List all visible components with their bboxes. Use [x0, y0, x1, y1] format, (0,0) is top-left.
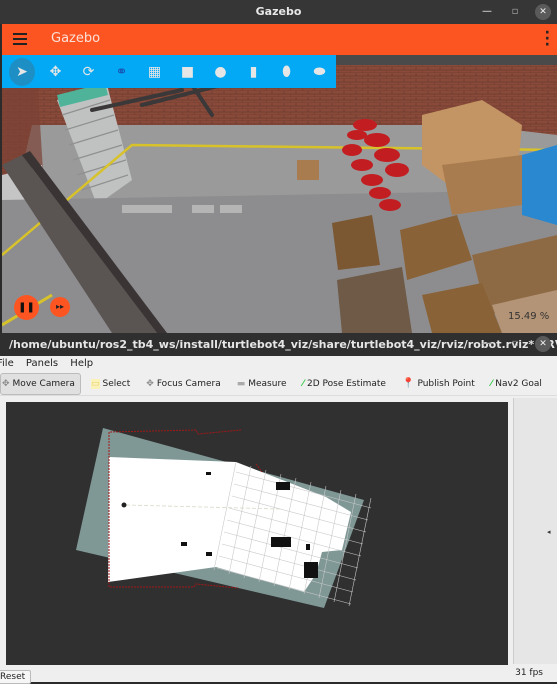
tool-label: Focus Camera: [156, 378, 221, 389]
box-icon: ■: [180, 63, 195, 80]
maximize-icon[interactable]: ▫: [507, 336, 523, 352]
translate-mode-button[interactable]: ✥: [39, 58, 72, 86]
gazebo-3d-scene[interactable]: [2, 55, 557, 333]
kebab-icon[interactable]: · · ·: [545, 26, 550, 52]
gazebo-shape-toolbar: ➤ ✥ ⟳ ⚭ ▦ ■ ● ▮ ⬮ ⬬: [2, 55, 336, 88]
rviz-side-panel-collapsed[interactable]: ◂: [513, 398, 557, 664]
menu-panels[interactable]: Panels: [26, 358, 58, 369]
select-icon: ▭: [91, 378, 100, 389]
pause-button[interactable]: ❚❚: [14, 295, 39, 320]
rviz-status-bar: Reset 31 fps: [0, 668, 557, 684]
tool-select[interactable]: ▭ Select: [83, 373, 138, 395]
more-tools-button[interactable]: »: [550, 373, 557, 395]
gazebo-title-bar: Gazebo — ▫ ✕: [0, 0, 557, 24]
menu-help[interactable]: Help: [70, 358, 93, 369]
tool-label: Nav2 Goal: [495, 378, 542, 389]
tool-label: 2D Pose Estimate: [307, 378, 386, 389]
expand-panel-arrow-icon[interactable]: ◂: [547, 528, 551, 536]
tool-measure[interactable]: ▬ Measure: [229, 373, 295, 395]
tool-move-camera[interactable]: ✥ Move Camera: [0, 372, 81, 395]
map-pin-icon: 📍: [401, 378, 415, 389]
cylinder-button[interactable]: ▮: [237, 58, 270, 86]
tool-publish-point[interactable]: 📍 Publish Point: [394, 373, 483, 395]
menu-file[interactable]: File: [0, 358, 14, 369]
grid-icon: ▦: [147, 63, 162, 80]
capsule-icon: ⬮: [282, 63, 291, 80]
close-icon[interactable]: ✕: [535, 4, 551, 20]
pause-icon: ❚❚: [18, 302, 35, 313]
real-time-factor: 15.49 %: [508, 311, 550, 322]
move-camera-icon: ✥: [2, 378, 10, 389]
tool-label: Move Camera: [12, 378, 75, 389]
pose-estimate-arrow-icon: ⁄: [302, 378, 304, 389]
cylinder-icon: ▮: [249, 63, 258, 80]
gazebo-app-title: Gazebo: [51, 31, 101, 46]
sphere-icon: ●: [214, 63, 227, 80]
gazebo-window-title: Gazebo: [255, 5, 302, 18]
ellipsoid-icon: ⬬: [313, 63, 326, 80]
tool-label: Measure: [248, 378, 287, 389]
capsule-button[interactable]: ⬮: [270, 58, 303, 86]
arrow-cursor-icon: ➤: [16, 63, 28, 80]
select-mode-button[interactable]: ➤: [9, 57, 36, 86]
box-button[interactable]: ■: [171, 58, 204, 86]
rviz-title-bar: /home/ubuntu/ros2_tb4_ws/install/turtleb…: [0, 333, 557, 356]
close-icon[interactable]: ✕: [535, 336, 551, 352]
minimize-icon[interactable]: —: [479, 4, 495, 20]
move-arrows-icon: ✥: [49, 63, 62, 80]
rviz-menu-bar: File Panels Help: [0, 356, 557, 372]
gazebo-app-bar: Gazebo · · ·: [2, 24, 557, 55]
rotate-icon: ⟳: [82, 63, 95, 80]
fps-readout: 31 fps: [515, 668, 543, 678]
fast-forward-icon: ▸▸: [55, 302, 65, 311]
grid-config-button[interactable]: ▦: [138, 58, 171, 86]
ellipsoid-button[interactable]: ⬬: [303, 58, 336, 86]
nav-goal-arrow-icon: ⁄: [490, 378, 493, 389]
maximize-icon[interactable]: ▫: [507, 4, 523, 20]
minimize-icon[interactable]: —: [479, 336, 495, 352]
tool-2d-pose-estimate[interactable]: ⁄ 2D Pose Estimate: [294, 373, 394, 395]
tool-nav2-goal[interactable]: ⁄ Nav2 Goal: [483, 373, 550, 395]
rviz-3d-render-panel[interactable]: [6, 402, 508, 665]
tool-focus-camera[interactable]: ✥ Focus Camera: [138, 373, 228, 395]
sphere-button[interactable]: ●: [204, 58, 237, 86]
step-button[interactable]: ▸▸: [50, 297, 70, 317]
rviz-tool-bar: ✥ Move Camera ▭ Select ✥ Focus Camera ▬ Meas…: [0, 372, 557, 396]
tool-label: Publish Point: [417, 378, 475, 389]
ruler-icon: ▬: [236, 378, 246, 389]
hamburger-icon[interactable]: [13, 33, 27, 45]
focus-camera-icon: ✥: [146, 378, 154, 389]
transform-control-button[interactable]: ⚭: [105, 58, 138, 86]
transform-icon: ⚭: [115, 63, 128, 80]
robot-marker: [121, 502, 127, 508]
rotate-mode-button[interactable]: ⟳: [72, 58, 105, 86]
tool-label: Select: [102, 378, 131, 389]
rviz-window-title: /home/ubuntu/ros2_tb4_ws/install/turtleb…: [9, 338, 557, 351]
